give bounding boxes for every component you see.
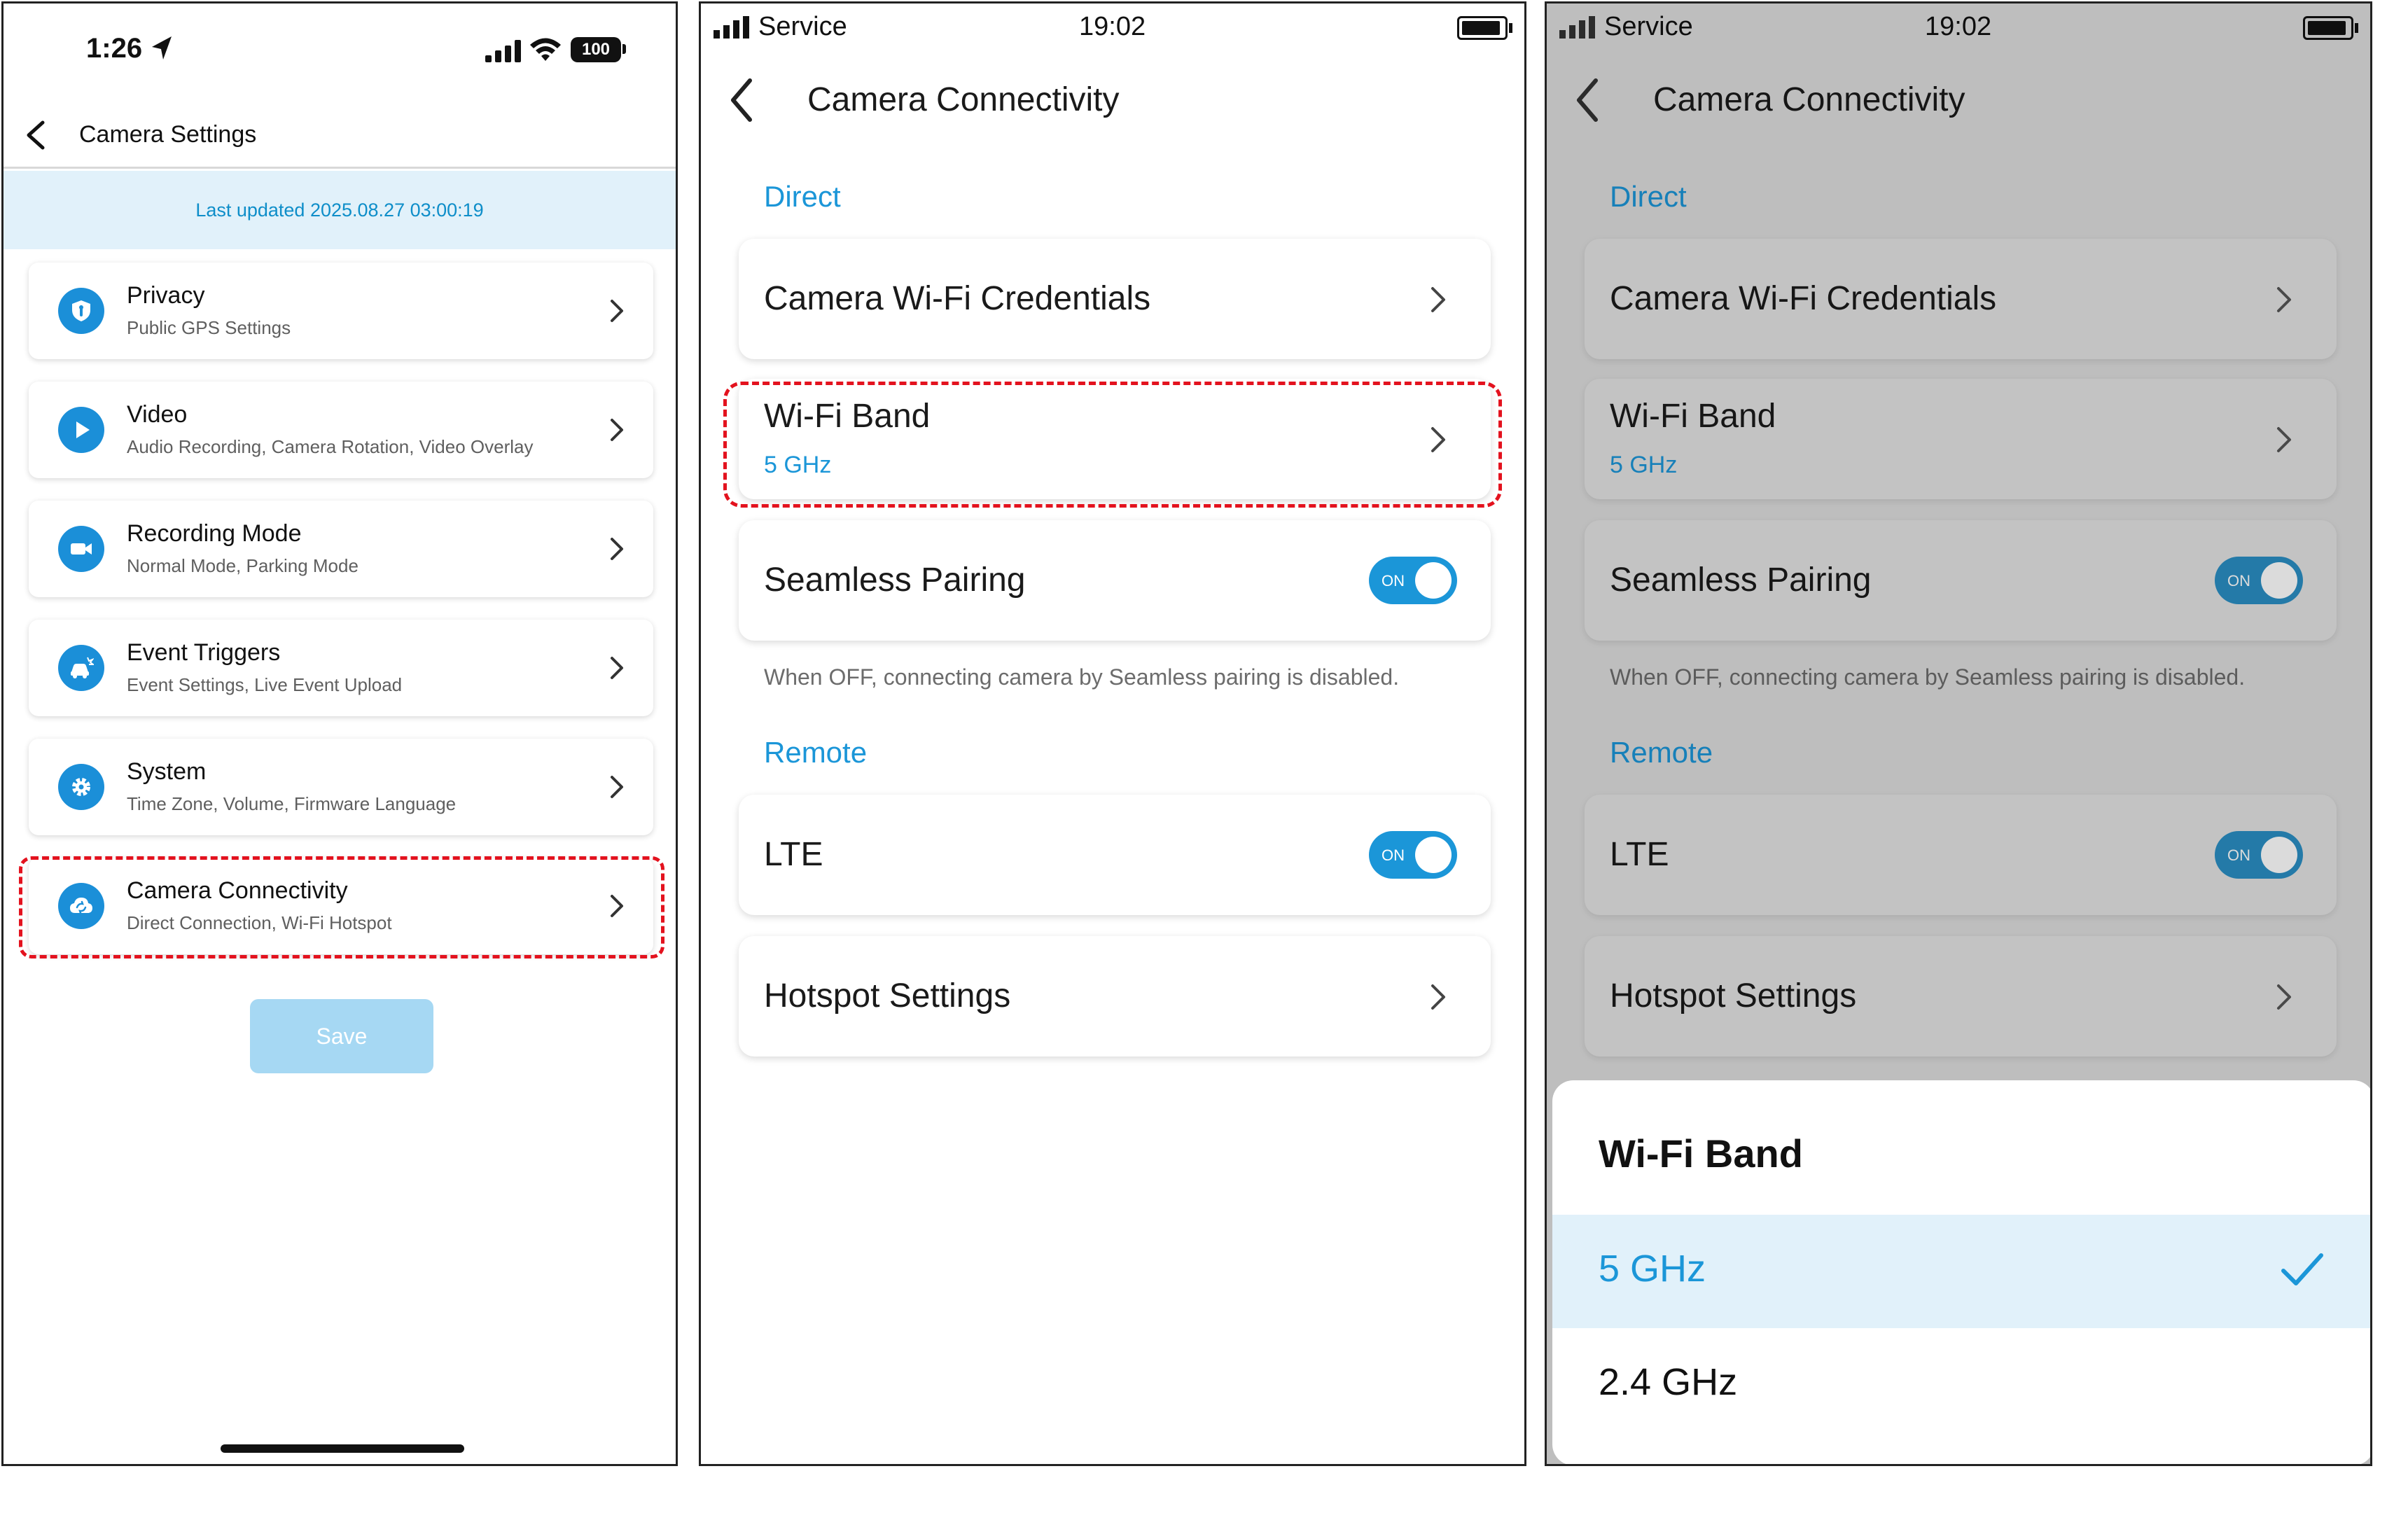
toggle-label: ON bbox=[1382, 846, 1405, 864]
cellular-signal-icon bbox=[714, 16, 749, 39]
settings-item-subtitle: Event Settings, Live Event Upload bbox=[127, 674, 403, 695]
battery-indicator: 100 bbox=[571, 37, 621, 62]
wifi-band-sheet-screen: Service 19:02 Camera Connectivity Direct… bbox=[1545, 1, 2372, 1466]
chevron-right-icon bbox=[1431, 287, 1445, 312]
highlight-outline bbox=[723, 382, 1502, 508]
settings-item-subtitle: Time Zone, Volume, Firmware Language bbox=[127, 793, 457, 814]
seamless-pairing-toggle[interactable]: ON bbox=[1369, 557, 1457, 604]
option-label: 2.4 GHz bbox=[1599, 1361, 1738, 1403]
section-direct: Direct bbox=[764, 180, 841, 213]
settings-item-system[interactable]: System Time Zone, Volume, Firmware Langu… bbox=[29, 739, 653, 835]
video-camera-icon bbox=[58, 526, 104, 572]
last-updated-banner: Last updated 2025.08.27 03:00:19 bbox=[4, 171, 676, 249]
gear-icon bbox=[58, 764, 104, 810]
settings-item-recording-mode[interactable]: Recording Mode Normal Mode, Parking Mode bbox=[29, 501, 653, 597]
settings-item-subtitle: Normal Mode, Parking Mode bbox=[127, 555, 359, 576]
toggle-label: ON bbox=[1382, 572, 1405, 590]
page-title: Camera Settings bbox=[79, 121, 257, 148]
settings-item-subtitle: Audio Recording, Camera Rotation, Video … bbox=[127, 436, 534, 457]
row-title: Seamless Pairing bbox=[764, 562, 1026, 599]
toggle-knob bbox=[1415, 562, 1452, 599]
status-time: 19:02 bbox=[1079, 12, 1146, 41]
cellular-signal-icon bbox=[485, 40, 521, 62]
hotspot-settings-row[interactable]: Hotspot Settings bbox=[739, 936, 1491, 1057]
lte-row: LTE ON bbox=[739, 795, 1491, 915]
settings-item-subtitle: Public GPS Settings bbox=[127, 317, 291, 338]
status-bar: 1:26 100 bbox=[4, 4, 676, 95]
settings-item-title: System bbox=[127, 758, 207, 785]
section-remote: Remote bbox=[764, 736, 868, 769]
option-2-4ghz[interactable]: 2.4 GHz bbox=[1552, 1328, 2370, 1442]
row-title: LTE bbox=[764, 836, 823, 873]
car-impact-icon bbox=[58, 645, 104, 691]
chevron-right-icon bbox=[611, 300, 623, 322]
settings-item-video[interactable]: Video Audio Recording, Camera Rotation, … bbox=[29, 382, 653, 478]
battery-icon bbox=[1457, 16, 1508, 40]
back-icon[interactable] bbox=[23, 120, 48, 151]
settings-item-title: Privacy bbox=[127, 282, 205, 309]
settings-item-title: Video bbox=[127, 401, 188, 428]
carrier-label: Service bbox=[758, 12, 847, 41]
lte-toggle[interactable]: ON bbox=[1369, 831, 1457, 879]
seamless-hint: When OFF, connecting camera by Seamless … bbox=[764, 664, 1400, 690]
camera-connectivity-screen: Service 19:02 Camera Connectivity Direct… bbox=[699, 1, 1526, 1466]
chevron-right-icon bbox=[611, 538, 623, 560]
chevron-right-icon bbox=[611, 657, 623, 679]
row-title: Hotspot Settings bbox=[764, 977, 1011, 1015]
location-arrow-icon bbox=[152, 36, 172, 60]
save-button[interactable]: Save bbox=[250, 999, 433, 1073]
settings-item-title: Recording Mode bbox=[127, 520, 302, 547]
page-title: Camera Connectivity bbox=[807, 81, 1120, 118]
seamless-pairing-row: Seamless Pairing ON bbox=[739, 520, 1491, 641]
wifi-band-bottom-sheet: Wi-Fi Band 5 GHz 2.4 GHz bbox=[1552, 1080, 2370, 1464]
checkmark-icon bbox=[2281, 1253, 2323, 1285]
toggle-knob bbox=[1415, 837, 1452, 873]
battery-tip bbox=[1509, 23, 1512, 33]
nav-bar: Camera Settings bbox=[4, 102, 676, 169]
highlight-outline bbox=[19, 856, 664, 958]
camera-settings-screen: 1:26 100 Camera Settings Last updated 20… bbox=[1, 1, 678, 1466]
status-time: 1:26 bbox=[86, 33, 143, 64]
settings-item-title: Event Triggers bbox=[127, 639, 281, 666]
settings-item-event-triggers[interactable]: Event Triggers Event Settings, Live Even… bbox=[29, 620, 653, 716]
wifi-credentials-row[interactable]: Camera Wi-Fi Credentials bbox=[739, 239, 1491, 359]
chevron-right-icon bbox=[1431, 984, 1445, 1010]
option-label: 5 GHz bbox=[1599, 1248, 1706, 1290]
wifi-icon bbox=[530, 38, 561, 61]
play-icon bbox=[58, 407, 104, 453]
chevron-right-icon bbox=[611, 419, 623, 441]
battery-tip bbox=[622, 44, 626, 54]
row-title: Camera Wi-Fi Credentials bbox=[764, 280, 1151, 317]
sheet-title: Wi-Fi Band bbox=[1599, 1131, 1803, 1176]
back-icon[interactable] bbox=[726, 76, 757, 124]
option-5ghz[interactable]: 5 GHz bbox=[1552, 1215, 2370, 1328]
settings-item-privacy[interactable]: Privacy Public GPS Settings bbox=[29, 263, 653, 359]
shield-icon bbox=[58, 288, 104, 334]
chevron-right-icon bbox=[611, 776, 623, 798]
home-indicator bbox=[221, 1444, 464, 1453]
